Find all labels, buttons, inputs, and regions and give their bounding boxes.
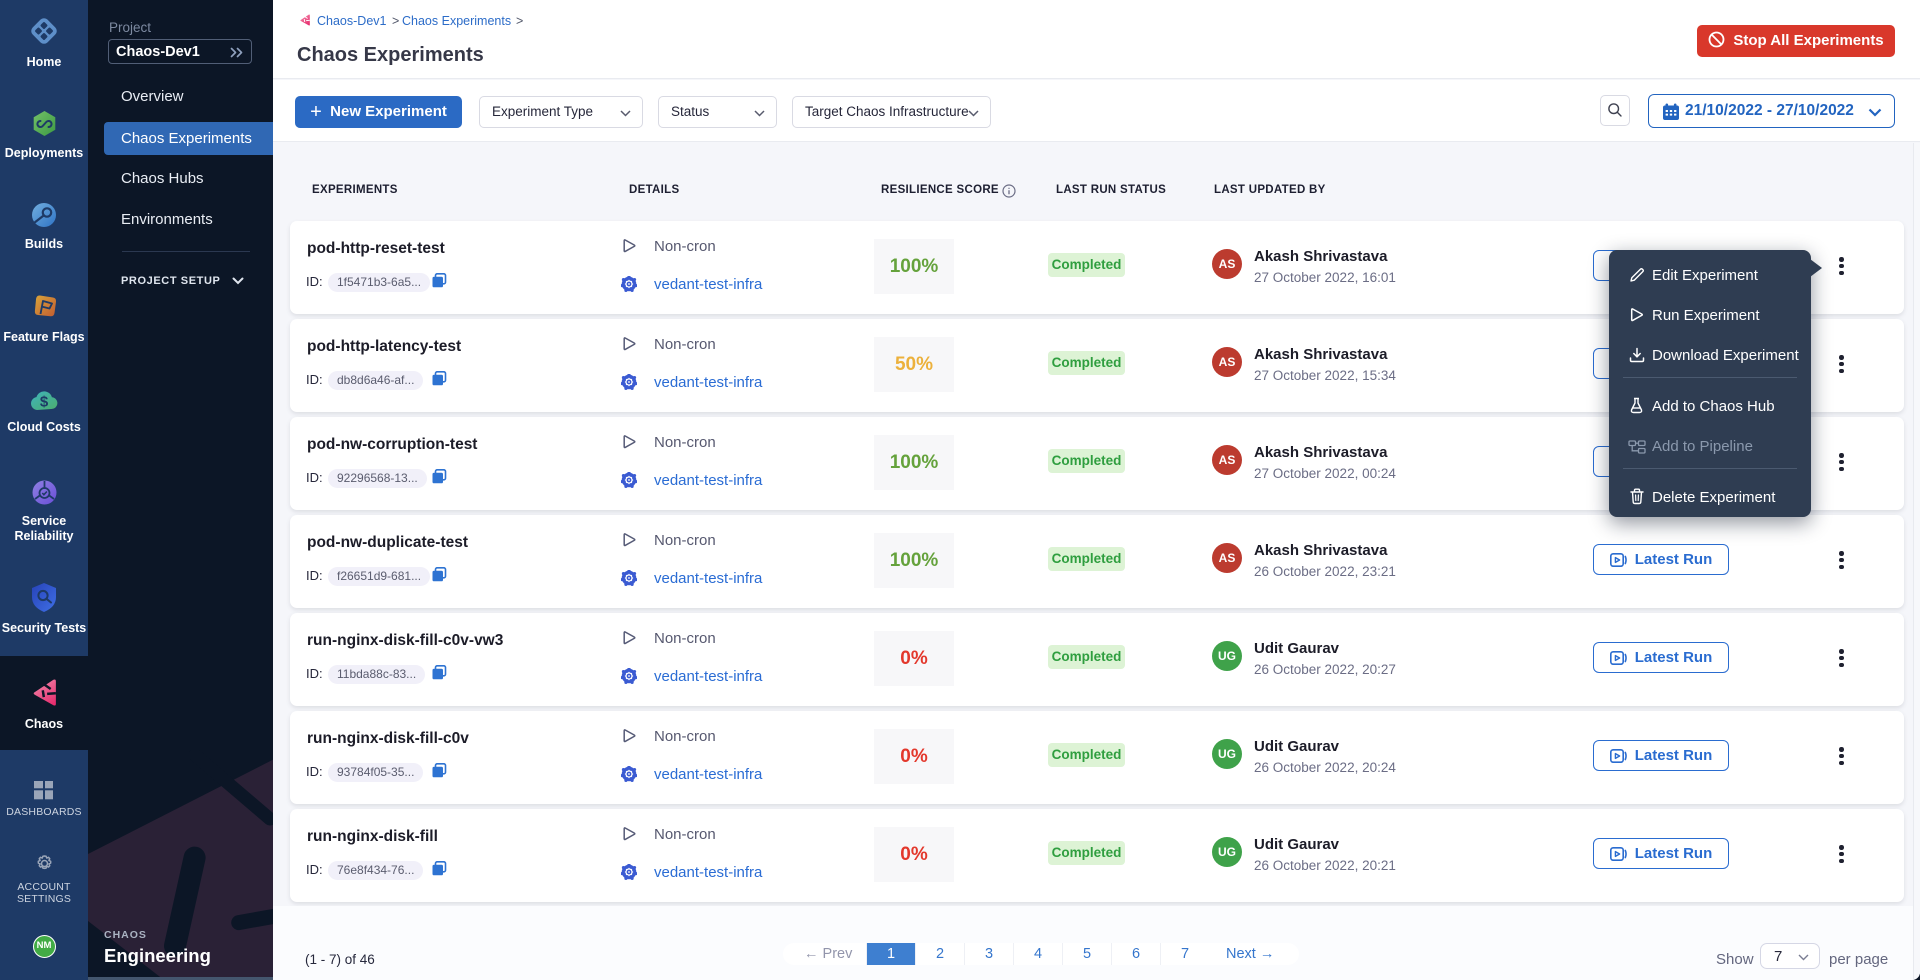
svg-text:$: $ bbox=[40, 394, 49, 411]
